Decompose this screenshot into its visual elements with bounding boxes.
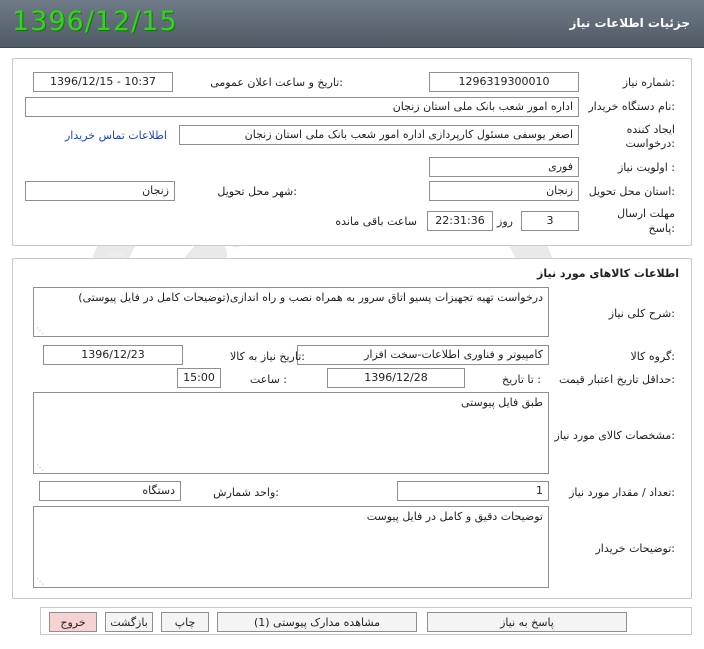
buyer-field: اداره امور شعب بانک ملی استان زنجان: [25, 97, 579, 117]
time-remaining-field: 22:31:36: [427, 211, 493, 231]
province-label: استان محل تحویل:: [588, 185, 675, 198]
page-title: جزئیات اطلاعات نیاز: [569, 16, 690, 30]
specs-field: طبق فایل پیوستی ⋰: [33, 392, 549, 474]
announce-label: تاریخ و ساعت اعلان عمومی:: [210, 76, 343, 89]
goods-info-panel: اطلاعات کالاهای مورد نیاز شرح کلی نیاز: …: [12, 258, 692, 599]
creator-label-line2: درخواست:: [625, 137, 676, 150]
creator-label-line1: ایجاد کننده: [626, 123, 675, 136]
announce-field: 1396/12/15 - 10:37: [33, 72, 173, 92]
reply-to-need-button[interactable]: پاسخ به نیاز: [427, 612, 627, 632]
print-button[interactable]: چاپ: [161, 612, 209, 632]
resize-grip-icon[interactable]: ⋰: [36, 578, 44, 586]
remaining-label: ساعت باقی مانده: [335, 215, 417, 228]
specs-label: مشخصات کالای مورد نیاز:: [554, 429, 675, 442]
deadline-label-line1: مهلت ارسال: [617, 207, 675, 220]
creator-field: اصغر یوسفی مسئول کارپردازی اداره امور شع…: [179, 125, 579, 145]
price-validity-label: حداقل تاریخ اعتبار قیمت:: [559, 373, 675, 386]
back-button[interactable]: بازگشت: [105, 612, 153, 632]
buyer-notes-field: توضیحات دقیق و کامل در فایل پیوست ⋰: [33, 506, 549, 588]
need-number-label: شماره نیاز:: [622, 76, 675, 89]
city-label: شهر محل تحویل:: [217, 185, 297, 198]
validity-hour-label: ساعت :: [249, 373, 287, 386]
view-attachments-button[interactable]: مشاهده مدارک پیوستی (1): [217, 612, 417, 632]
need-number-field: 1296319300010: [429, 72, 579, 92]
exit-button[interactable]: خروج: [49, 612, 97, 632]
buyer-notes-label: توضیحات خریدار:: [595, 542, 676, 555]
buyer-label: نام دستگاه خریدار:: [588, 100, 675, 113]
goods-section-title: اطلاعات کالاهای مورد نیاز: [537, 267, 679, 280]
need-details-panel: شماره نیاز: 1296319300010 تاریخ و ساعت ا…: [12, 58, 692, 246]
need-date-field: 1396/12/23: [43, 345, 183, 365]
days-field: 3: [521, 211, 579, 231]
buyer-notes-text: توضیحات دقیق و کامل در فایل پیوست: [366, 510, 543, 523]
goods-group-label: گروه کالا:: [630, 350, 675, 363]
specs-text: طبق فایل پیوستی: [460, 396, 543, 409]
priority-field: فوری: [429, 157, 579, 177]
validity-hour-field: 15:00: [177, 368, 221, 388]
need-date-label: تاریخ نیاز به کالا:: [230, 350, 305, 363]
validity-date-field: 1396/12/28: [327, 368, 465, 388]
resize-grip-icon[interactable]: ⋰: [36, 327, 44, 335]
until-date-label: تا تاریخ :: [502, 373, 541, 386]
action-button-bar: پاسخ به نیاز مشاهده مدارک پیوستی (1) چاپ…: [40, 607, 692, 635]
resize-grip-icon[interactable]: ⋰: [36, 464, 44, 472]
quantity-field: 1: [397, 481, 549, 501]
city-field: زنجان: [25, 181, 175, 201]
unit-label: واحد شمارش:: [213, 486, 279, 499]
header-date: 1396/12/15: [12, 6, 178, 37]
description-field: درخواست تهیه تجهیزات پسیو اتاق سرور به ه…: [33, 287, 549, 337]
priority-label: اولویت نیاز :: [617, 161, 675, 174]
description-text: درخواست تهیه تجهیزات پسیو اتاق سرور به ه…: [78, 291, 543, 304]
buyer-contact-link[interactable]: اطلاعات تماس خریدار: [65, 129, 167, 142]
goods-group-field: کامپیوتر و فناوری اطلاعات-سخت افزار: [297, 345, 549, 365]
description-label: شرح کلی نیاز:: [608, 307, 675, 320]
province-field: زنجان: [429, 181, 579, 201]
quantity-label: تعداد / مقدار مورد نیاز:: [569, 486, 675, 499]
deadline-label-line2: پاسخ:: [648, 222, 675, 235]
unit-field: دستگاه: [39, 481, 181, 501]
page-header: 1396/12/15 جزئیات اطلاعات نیاز: [0, 0, 704, 48]
